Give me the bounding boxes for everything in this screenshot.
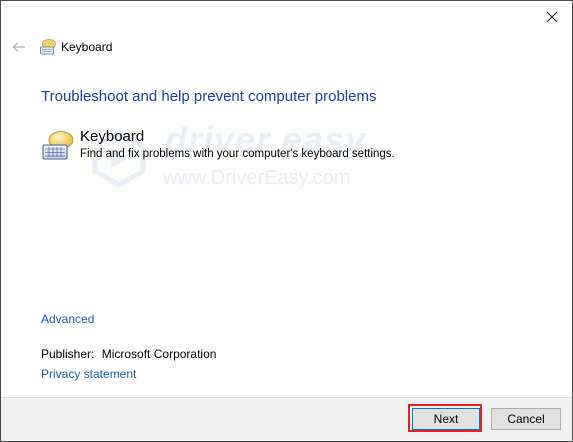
keyboard-icon xyxy=(40,39,56,55)
item-description: Find and fix problems with your computer… xyxy=(80,148,395,160)
publisher-value: Microsoft Corporation xyxy=(101,347,217,361)
item-title: Keyboard xyxy=(80,128,145,145)
watermark-url: www.DriverEasy.com xyxy=(163,167,351,189)
close-icon xyxy=(546,11,558,23)
back-button[interactable] xyxy=(9,37,29,57)
troubleshooter-item[interactable]: Keyboard Find and fix problems with your… xyxy=(41,127,395,163)
footer-bar: Next Cancel xyxy=(1,397,572,441)
close-button[interactable] xyxy=(538,5,566,29)
keyboard-troubleshooter-icon xyxy=(42,131,74,160)
troubleshooter-window: Keyboard Troubleshoot and help prevent c… xyxy=(0,0,573,442)
advanced-link[interactable]: Advanced xyxy=(41,312,94,326)
back-arrow-icon xyxy=(12,42,25,52)
page-heading: Troubleshoot and help prevent computer p… xyxy=(41,88,377,105)
next-button[interactable]: Next xyxy=(412,408,480,430)
publisher-label: Publisher: xyxy=(41,347,95,361)
window-title: Keyboard xyxy=(61,40,113,54)
cancel-button[interactable]: Cancel xyxy=(491,408,561,430)
nav-row: Keyboard xyxy=(9,37,112,57)
publisher-info: Publisher: Microsoft Corporation xyxy=(41,347,216,361)
item-text: Keyboard Find and fix problems with your… xyxy=(80,127,395,162)
privacy-statement-link[interactable]: Privacy statement xyxy=(41,367,136,381)
